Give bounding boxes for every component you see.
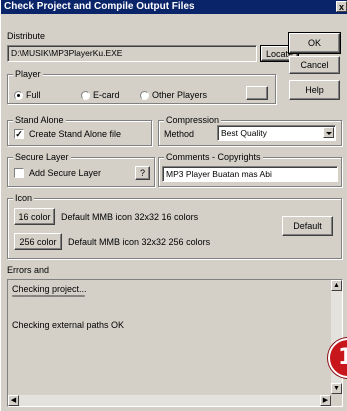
icon-group-title: Icon: [13, 193, 35, 204]
default-icon-button[interactable]: Default: [282, 216, 333, 236]
player-full-radio[interactable]: [14, 91, 23, 100]
player-ecard-radio[interactable]: [81, 91, 90, 100]
distribute-path-field[interactable]: D:\MUSIK\MP3PlayerKu.EXE: [7, 45, 257, 62]
comments-group-title: Comments - Copyrights: [164, 152, 263, 163]
player-browse-button[interactable]: [246, 86, 268, 100]
player-other-radio[interactable]: [140, 91, 149, 100]
icon-256-color-desc: Default MMB icon 32x32 256 colors: [68, 237, 211, 247]
secure-layer-checkbox-label: Add Secure Layer: [29, 168, 102, 178]
secure-layer-group-title: Secure Layer: [13, 152, 71, 163]
icon-256-color-button[interactable]: 256 color: [14, 233, 62, 250]
scroll-left-icon[interactable]: ◀: [8, 395, 19, 406]
ok-button[interactable]: OK: [288, 32, 341, 54]
standalone-checkbox-label: Create Stand Alone file: [29, 129, 122, 139]
icon-16-color-button[interactable]: 16 color: [14, 208, 55, 225]
log-line: Checking external paths OK: [12, 320, 125, 330]
secure-layer-help-button[interactable]: ?: [135, 166, 150, 180]
horizontal-scrollbar[interactable]: ◀ ▶: [8, 395, 331, 406]
standalone-checkbox[interactable]: ✓: [14, 129, 24, 139]
cancel-button[interactable]: Cancel: [289, 56, 340, 74]
method-value: Best Quality: [221, 128, 267, 138]
standalone-group-title: Stand Alone: [13, 115, 66, 126]
log-line: Checking project...: [12, 284, 87, 294]
method-label: Method: [164, 129, 195, 139]
title-bar: Check Project and Compile Output Files x: [1, 0, 347, 14]
player-group-title: Player: [13, 69, 43, 80]
chevron-down-icon[interactable]: [323, 127, 334, 138]
help-button[interactable]: Help: [289, 80, 340, 100]
log-line: ==============================: [12, 294, 85, 300]
window-title: Check Project and Compile Output Files: [4, 1, 195, 12]
scroll-up-icon[interactable]: ▲: [331, 280, 342, 291]
distribute-label: Distribute: [7, 31, 46, 41]
scroll-right-icon[interactable]: ▶: [320, 395, 331, 406]
compression-group-title: Compression: [164, 115, 222, 126]
compile-dialog: Check Project and Compile Output Files x…: [0, 0, 347, 411]
errors-label: Errors and: [7, 265, 50, 275]
icon-16-color-desc: Default MMB icon 32x32 16 colors: [61, 212, 199, 222]
secure-layer-checkbox[interactable]: [14, 168, 24, 178]
vertical-scrollbar[interactable]: ▲ ▼: [331, 280, 342, 394]
player-ecard-label: E-card: [93, 90, 120, 100]
comments-field[interactable]: MP3 Player Buatan mas Abi: [162, 166, 338, 182]
close-icon[interactable]: x: [336, 1, 347, 12]
method-select[interactable]: Best Quality: [217, 125, 336, 141]
scroll-down-icon[interactable]: ▼: [331, 383, 342, 394]
player-full-label: Full: [26, 90, 41, 100]
errors-log[interactable]: Checking project... ====================…: [7, 279, 343, 407]
player-other-label: Other Players: [152, 90, 208, 100]
